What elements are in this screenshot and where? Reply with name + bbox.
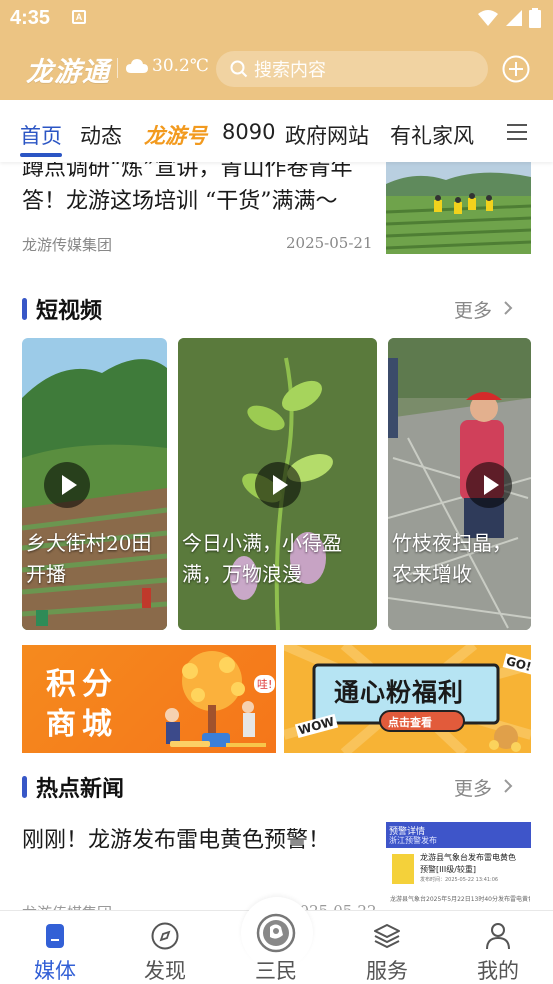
banner-text-line1: 积分: [46, 667, 118, 702]
noodle-welfare-banner[interactable]: 通心粉福利 点击查看 GO! WOW: [284, 645, 531, 753]
section-title: 短视频: [36, 299, 103, 324]
bottom-nav: 媒体 发现 三民 服务 我的: [0, 897, 553, 984]
nav-media[interactable]: 媒体: [0, 911, 110, 984]
news-thumbnail: [386, 162, 531, 254]
nav-label: 三民: [255, 959, 297, 983]
news-title: 刚刚！龙游发布雷电黄色预警！: [22, 828, 331, 853]
top-header: 4:35 A 龙游通 30.2℃ 搜索内容: [0, 0, 553, 100]
news-source: 龙游传媒集团: [22, 236, 113, 254]
video-caption: 竹枝夜扫晶，农来增收: [392, 531, 512, 586]
banner-sticker: 哇!: [254, 675, 276, 693]
news-thumbnail: 预警详情 浙江预警发布 龙游县气象台发布雷电黄色 预警[III级/较重] 发布时…: [386, 822, 531, 910]
weather-widget[interactable]: 30.2℃: [126, 56, 209, 76]
compass-icon: [151, 922, 179, 950]
points-mall-banner[interactable]: 积分 商城 哇!: [22, 645, 276, 753]
welfare-title: 通心粉福利: [334, 678, 465, 707]
layers-icon: [374, 924, 400, 949]
wifi-icon: [478, 10, 498, 26]
video-card[interactable]: 竹枝夜扫晶，农来增收: [388, 338, 531, 630]
cloud-icon: [126, 59, 148, 73]
nav-service[interactable]: 服务: [332, 911, 442, 984]
tab-family-tradition[interactable]: 有礼家风: [390, 120, 474, 150]
notification-icon: A: [72, 10, 86, 24]
nav-label: 发现: [144, 959, 186, 983]
app-screen: 4:35 A 龙游通 30.2℃ 搜索内容 首页 动态 龙游号 8090 政府网…: [0, 0, 553, 984]
welfare-button[interactable]: 点击查看: [388, 714, 432, 730]
thumb-sub: 浙江预警发布: [389, 836, 437, 845]
video-caption: 乡大街村20田开播: [26, 531, 152, 586]
section-title: 热点新闻: [36, 777, 125, 802]
search-bar[interactable]: 搜索内容: [216, 51, 488, 87]
app-logo: 龙游通: [26, 57, 110, 88]
thumb-footer: 龙游县气象台2025年5月22日13时40分发布雷电黄色预警信号：...: [390, 896, 530, 903]
play-icon[interactable]: [255, 462, 301, 508]
chevron-right-icon[interactable]: [503, 300, 513, 316]
tab-longyouhao[interactable]: 龙游号: [144, 120, 207, 150]
nav-profile[interactable]: 我的: [443, 911, 553, 984]
sanmin-icon: [256, 913, 296, 953]
video-card[interactable]: 今日小满，小得盈满，万物浪漫: [178, 338, 377, 630]
battery-icon: [529, 8, 541, 28]
status-icons: [477, 8, 541, 28]
status-time: 4:35: [10, 7, 51, 29]
search-icon: [230, 60, 248, 78]
section-accent-bar: [22, 776, 27, 798]
media-icon: [46, 924, 64, 948]
app-header: 龙游通 30.2℃ 搜索内容: [0, 46, 553, 92]
play-icon[interactable]: [44, 462, 90, 508]
thumb-time: 发布时间：2025-05-22 13:41:06: [420, 877, 499, 883]
thumb-line2: 预警[III级/较重]: [420, 865, 477, 874]
tab-gov-website[interactable]: 政府网站: [285, 120, 369, 150]
channel-tabs: 首页 动态 龙游号 8090 政府网站 有礼家风: [0, 100, 553, 162]
play-icon[interactable]: [466, 462, 512, 508]
news-date: 2025-05-21: [286, 234, 373, 252]
tab-home[interactable]: 首页: [20, 120, 62, 150]
hot-news-header: 热点新闻 更多: [0, 768, 553, 808]
thumb-line1: 龙游县气象台发布雷电黄色: [420, 853, 516, 862]
tab-8090[interactable]: 8090: [222, 120, 275, 144]
more-link[interactable]: 更多: [454, 296, 492, 323]
nav-discover[interactable]: 发现: [110, 911, 220, 984]
menu-icon[interactable]: [507, 124, 527, 140]
status-bar: 4:35 A: [0, 0, 553, 36]
temperature-text: 30.2℃: [152, 56, 209, 76]
banner-text-line2: 商城: [46, 707, 118, 742]
tab-dynamics[interactable]: 动态: [80, 120, 122, 150]
nav-sanmin[interactable]: 三民: [221, 911, 331, 984]
video-card[interactable]: 乡大街村20田开播: [22, 338, 167, 630]
person-icon: [486, 923, 510, 950]
more-link[interactable]: 更多: [454, 774, 492, 801]
short-video-header: 短视频 更多: [0, 290, 553, 330]
section-accent-bar: [22, 298, 27, 320]
active-tab-indicator: [20, 153, 62, 157]
signal-icon: [506, 10, 522, 26]
add-icon[interactable]: [502, 55, 530, 83]
news-item[interactable]: 蹲点调研“炼”宣讲，青山作卷青年答！龙游这场培训 “干货”满满～ 龙游传媒集团 …: [0, 156, 553, 262]
video-caption: 今日小满，小得盈满，万物浪漫: [182, 531, 342, 586]
search-placeholder: 搜索内容: [254, 60, 326, 81]
nav-label: 服务: [366, 959, 408, 983]
nav-label: 我的: [477, 959, 519, 983]
header-divider: [117, 58, 118, 78]
chevron-right-icon[interactable]: [503, 778, 513, 794]
nav-label: 媒体: [34, 959, 76, 983]
